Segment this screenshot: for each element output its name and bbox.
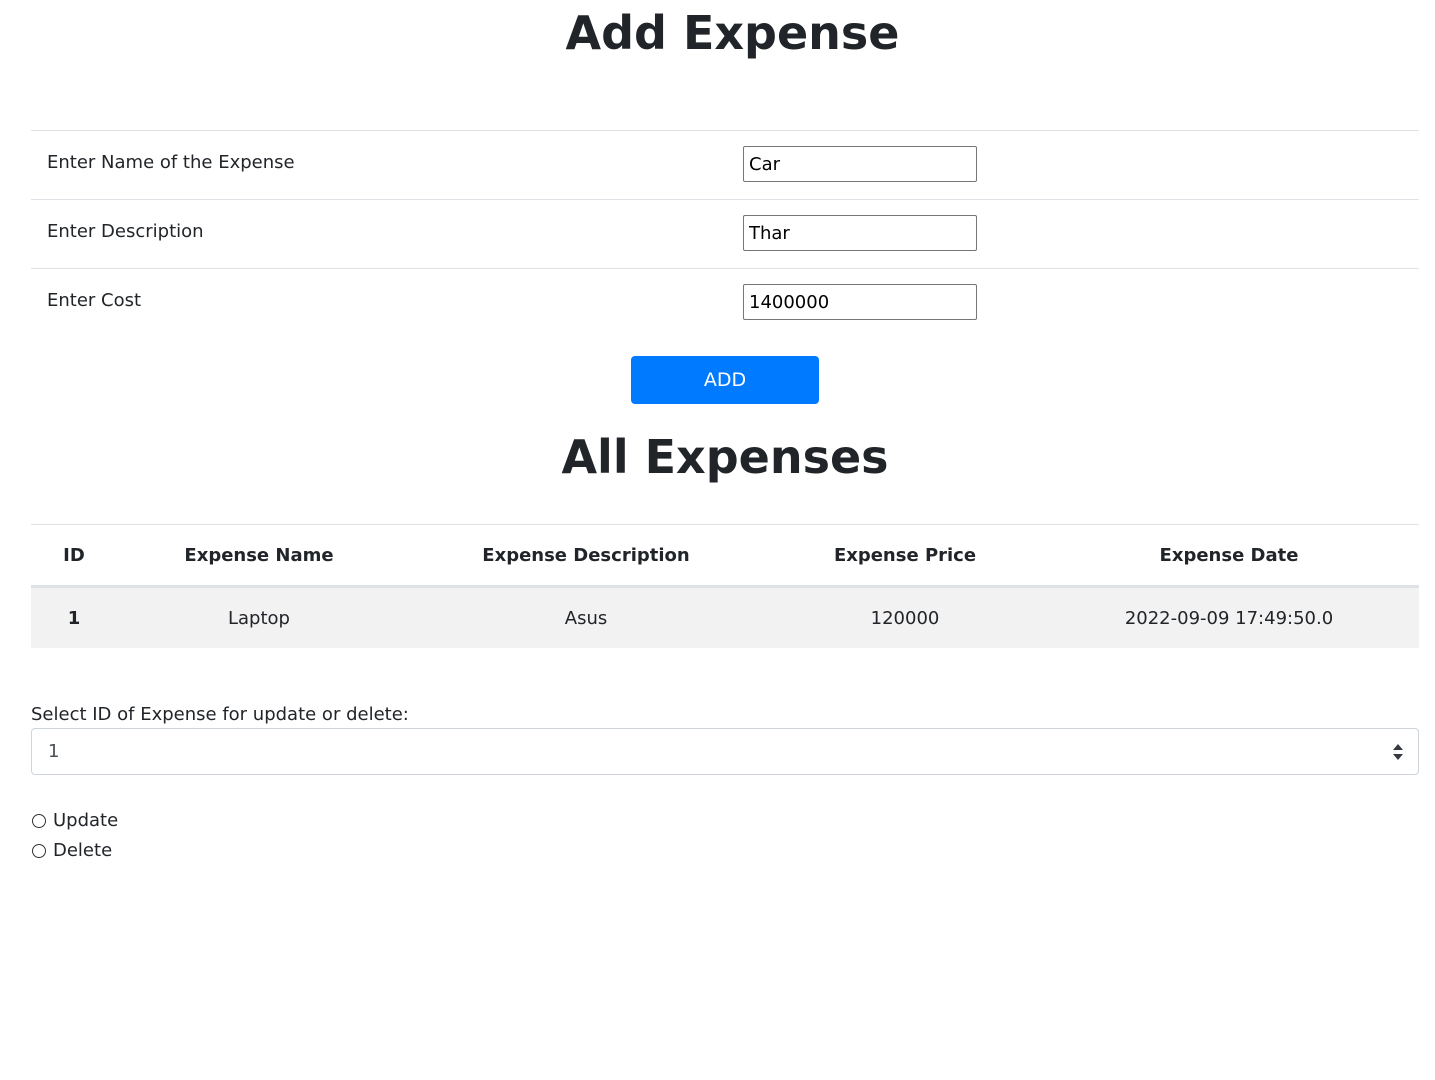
delete-radio[interactable] — [32, 844, 46, 858]
cell-name: Laptop — [117, 586, 401, 648]
cell-id: 1 — [31, 586, 117, 648]
table-header-row: ID Expense Name Expense Description Expe… — [31, 524, 1419, 588]
cell-description: Asus — [401, 586, 771, 648]
cost-row: Enter Cost — [31, 268, 1419, 338]
delete-option[interactable]: Delete — [31, 839, 112, 863]
description-label: Enter Description — [47, 221, 204, 242]
update-radio[interactable] — [32, 814, 46, 828]
add-expense-title: Add Expense — [565, 6, 900, 60]
selected-id-value: 1 — [48, 741, 60, 762]
column-header-name: Expense Name — [117, 524, 401, 588]
page: Add Expense Enter Name of the Expense En… — [0, 0, 1435, 1080]
name-row: Enter Name of the Expense — [31, 130, 1419, 200]
cost-input[interactable] — [743, 284, 977, 320]
description-row: Enter Description — [31, 199, 1419, 269]
name-input[interactable] — [743, 146, 977, 182]
select-arrows-icon — [1393, 744, 1403, 760]
table-row: 1 Laptop Asus 120000 2022-09-09 17:49:50… — [31, 586, 1419, 648]
column-header-date: Expense Date — [1039, 524, 1419, 588]
description-input[interactable] — [743, 215, 977, 251]
update-option[interactable]: Update — [31, 809, 118, 833]
select-id-label: Select ID of Expense for update or delet… — [31, 704, 409, 725]
delete-label: Delete — [53, 840, 113, 861]
column-header-id: ID — [31, 524, 117, 588]
expense-id-select[interactable]: 1 — [31, 728, 1419, 775]
column-header-description: Expense Description — [401, 524, 771, 588]
cost-label: Enter Cost — [47, 290, 142, 311]
cell-date: 2022-09-09 17:49:50.0 — [1039, 586, 1419, 648]
expenses-table: ID Expense Name Expense Description Expe… — [31, 524, 1419, 648]
all-expenses-title: All Expenses — [561, 430, 889, 484]
column-header-price: Expense Price — [771, 524, 1039, 588]
add-button[interactable]: ADD — [631, 356, 819, 404]
update-label: Update — [53, 810, 119, 831]
name-label: Enter Name of the Expense — [47, 152, 295, 173]
cell-price: 120000 — [771, 586, 1039, 648]
